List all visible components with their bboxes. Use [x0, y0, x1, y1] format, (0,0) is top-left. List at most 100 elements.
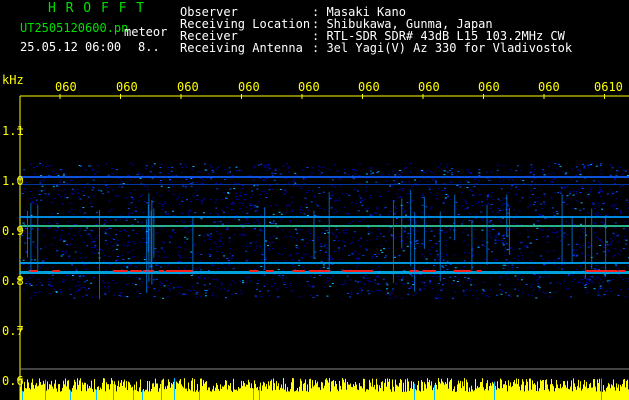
activity-bar [489, 386, 490, 400]
activity-bar [506, 385, 507, 400]
activity-bar [542, 380, 543, 400]
activity-bar [37, 386, 38, 400]
activity-bar [283, 378, 284, 400]
activity-bar [162, 379, 163, 400]
activity-bar [95, 389, 96, 400]
activity-bar [361, 386, 362, 400]
signal-line [20, 216, 629, 218]
activity-bar [144, 391, 145, 400]
activity-bar [188, 382, 189, 400]
activity-bar [97, 386, 98, 400]
activity-bar [429, 379, 430, 400]
activity-bar [436, 384, 437, 400]
activity-bar [604, 390, 605, 400]
activity-bar [57, 391, 58, 400]
activity-bar [267, 388, 268, 400]
activity-bar [208, 387, 209, 400]
activity-bar [469, 387, 470, 400]
activity-bar [145, 389, 146, 400]
activity-bar [161, 380, 162, 400]
activity-bar [53, 388, 54, 400]
activity-bar [67, 380, 68, 400]
activity-bar [82, 382, 83, 400]
activity-bar [338, 391, 339, 400]
activity-bar [321, 381, 322, 400]
activity-bar [588, 387, 589, 400]
activity-bar [88, 388, 89, 400]
activity-bar [65, 378, 66, 400]
activity-bar [462, 381, 463, 400]
activity-bar [212, 389, 213, 400]
meteor-streak [605, 215, 607, 277]
activity-bar [384, 382, 385, 400]
activity-bar [549, 391, 550, 400]
activity-bar [254, 380, 255, 400]
activity-bar [419, 390, 420, 400]
activity-bar [298, 391, 299, 400]
activity-bar [231, 390, 232, 400]
activity-bar [79, 380, 80, 400]
activity-bar [379, 385, 380, 400]
activity-bar [191, 380, 192, 400]
activity-bar [81, 391, 82, 400]
activity-bar [121, 380, 122, 400]
activity-bar [609, 384, 610, 400]
activity-bar [77, 378, 78, 400]
activity-bar [30, 389, 31, 400]
activity-bar [259, 386, 260, 400]
activity-bar [443, 382, 444, 400]
carrier-peak [131, 270, 142, 272]
activity-bar [219, 390, 220, 400]
activity-bar [385, 378, 386, 400]
activity-bar [345, 378, 346, 400]
activity-bar [608, 383, 609, 400]
activity-bar [481, 381, 482, 400]
activity-bar [148, 391, 149, 400]
activity-bar [605, 391, 606, 400]
activity-bar [587, 388, 588, 400]
activity-bar [359, 383, 360, 400]
activity-bar [556, 379, 557, 400]
mode-label: meteor [124, 25, 168, 39]
activity-bar [448, 388, 449, 400]
activity-bar [514, 379, 515, 400]
activity-bar [87, 384, 88, 400]
activity-bar [175, 389, 176, 400]
activity-bar [336, 383, 337, 400]
meteor-streak [147, 204, 149, 253]
activity-bar [107, 384, 108, 400]
activity-bar [533, 384, 534, 400]
meteor-streak [506, 194, 508, 238]
activity-bar [459, 383, 460, 400]
activity-bar [190, 390, 191, 400]
activity-bar [501, 379, 502, 400]
activity-bar [138, 391, 139, 400]
activity-bar [316, 383, 317, 400]
activity-bar [328, 382, 329, 400]
activity-bar [457, 384, 458, 400]
activity-bar [295, 391, 296, 400]
activity-bar [486, 383, 487, 400]
activity-bar [274, 383, 275, 400]
activity-bar [210, 391, 211, 400]
y-tick: 0.8 [2, 274, 24, 288]
activity-bar [318, 387, 319, 400]
activity-bar [140, 379, 141, 400]
activity-bar [354, 386, 355, 400]
activity-bar [224, 385, 225, 400]
activity-bar [55, 379, 56, 400]
activity-bar [562, 386, 563, 400]
carrier-peak [28, 270, 38, 272]
activity-bar [120, 382, 121, 400]
activity-bar [350, 383, 351, 400]
activity-bar [303, 383, 304, 400]
meteor-streak [508, 208, 510, 255]
activity-bar [574, 383, 575, 400]
activity-bar [217, 385, 218, 400]
activity-bar [455, 391, 456, 400]
activity-bar [529, 378, 530, 400]
activity-bar [294, 391, 295, 400]
activity-bar [482, 378, 483, 400]
activity-bar [72, 388, 73, 400]
activity-bar [452, 391, 453, 400]
